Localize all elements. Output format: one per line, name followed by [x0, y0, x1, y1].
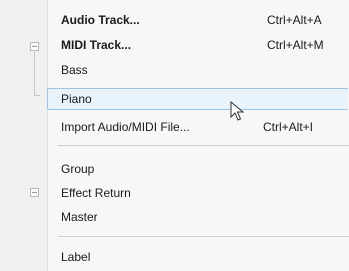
menu-item-shortcut: Ctrl+Alt+M: [267, 38, 324, 52]
menu-item-import-audio-midi[interactable]: Import Audio/MIDI File... Ctrl+Alt+I: [47, 115, 349, 139]
menu-item-piano[interactable]: Piano: [47, 87, 349, 111]
menu-item-midi-track[interactable]: MIDI Track... Ctrl+Alt+M: [47, 33, 349, 57]
menu-item-label: Effect Return: [61, 186, 131, 200]
menu-item-bass[interactable]: Bass: [47, 58, 349, 82]
tree-branch-icon: [34, 95, 40, 96]
menu-item-label: MIDI Track...: [61, 38, 132, 52]
tree-line-icon: [34, 52, 35, 95]
menu-item-label: Bass: [61, 63, 88, 77]
collapse-box-icon: [30, 42, 39, 51]
menu-item-audio-track[interactable]: Audio Track... Ctrl+Alt+A: [47, 8, 349, 32]
menu-item-label: Piano: [61, 92, 92, 106]
menu-item-group[interactable]: Group: [47, 157, 349, 181]
menu-item-label: Label: [61, 250, 91, 264]
menu-item-label: Audio Track...: [61, 13, 140, 27]
menu-separator: [58, 236, 349, 237]
menu-item-shortcut: Ctrl+Alt+A: [267, 13, 322, 27]
menu-item-shortcut: Ctrl+Alt+I: [263, 120, 314, 134]
menu-item-master[interactable]: Master: [47, 205, 349, 229]
menu-separator: [58, 145, 349, 146]
context-menu: Audio Track... Ctrl+Alt+A MIDI Track... …: [0, 0, 349, 271]
menu-item-label-track[interactable]: Label: [47, 245, 349, 269]
mouse-cursor-icon: [230, 101, 245, 121]
menu-item-label: Master: [61, 210, 98, 224]
menu-item-effect-return[interactable]: Effect Return: [47, 181, 349, 205]
menu-item-label: Import Audio/MIDI File...: [61, 120, 190, 134]
menu-icon-gutter: [0, 0, 48, 271]
menu-item-label: Group: [61, 162, 95, 176]
collapse-box-icon: [30, 188, 39, 197]
